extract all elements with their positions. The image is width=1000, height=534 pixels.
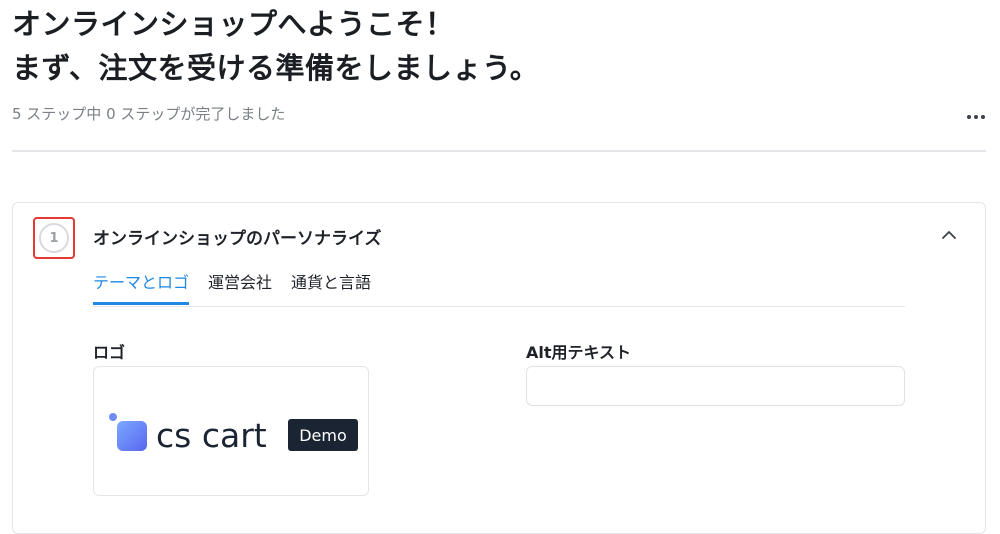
header-divider [12,150,986,152]
page-title-line-2: まず、注文を受ける準備をしましょう。 [12,51,540,85]
logo-badge: Demo [299,426,347,445]
collapse-button[interactable] [937,223,961,247]
more-options-button[interactable] [962,104,990,130]
page-title-line-1: オンラインショップへようこそ！ [12,7,455,41]
tab-currency-language[interactable]: 通貨と言語 [291,268,371,305]
step-number-badge: 1 [39,223,69,253]
cs-cart-logo: cs cart Demo [109,413,358,455]
chevron-up-icon [942,231,956,239]
step-card: 1 オンラインショップのパーソナライズ テーマとロゴ 運営会社 通貨と言語 ロゴ… [12,202,986,534]
step-tabs: テーマとロゴ 運営会社 通貨と言語 [93,268,905,307]
logo-upload[interactable]: cs cart Demo [93,366,369,496]
progress-text: 5 ステップ中 0 ステップが完了しました [12,105,286,123]
tab-theme-logo[interactable]: テーマとロゴ [93,268,190,305]
logo-text: cs cart [156,416,267,455]
tab-company[interactable]: 運営会社 [208,268,272,305]
alt-text-label: Alt用テキスト [526,343,632,362]
ellipsis-icon [967,115,985,119]
alt-text-input[interactable] [526,366,905,406]
page-title: オンラインショップへようこそ！ まず、注文を受ける準備をしましょう。 [12,2,539,90]
step-number-highlight[interactable]: 1 [33,217,75,259]
logo-label: ロゴ [93,343,126,362]
step-title: オンラインショップのパーソナライズ [93,229,382,249]
